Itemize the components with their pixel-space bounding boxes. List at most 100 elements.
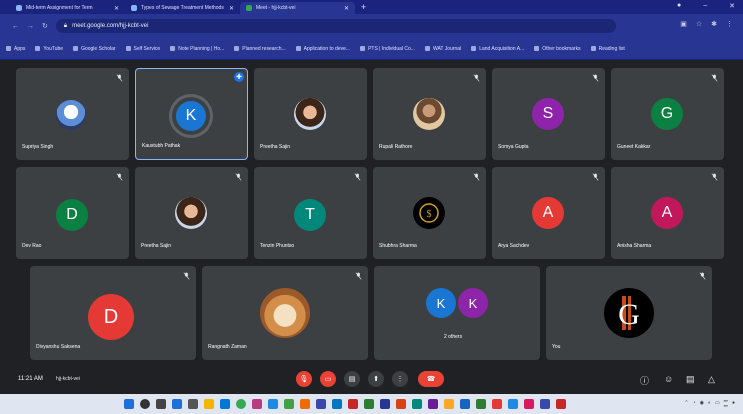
mic-off-icon — [473, 74, 480, 82]
camera-icon[interactable]: ▣ — [680, 20, 687, 28]
bookmark-item[interactable]: Apps — [6, 46, 25, 52]
app-icon[interactable] — [268, 399, 278, 409]
bookmark-item[interactable]: YouTube — [35, 46, 63, 52]
present-button[interactable]: ⬆ — [368, 371, 384, 387]
tab-title: Types of Sewage Treatment Methods — [141, 5, 224, 11]
reload-icon[interactable]: ↻ — [42, 22, 48, 30]
app-icon[interactable] — [444, 399, 454, 409]
new-tab-button[interactable]: + — [361, 2, 366, 12]
more-options-button[interactable]: ⋮ — [392, 371, 408, 387]
omnibox[interactable]: 🔒︎ meet.google.com/hjj-kcbt-vei — [55, 19, 616, 33]
info-icon[interactable]: ⓘ — [640, 374, 649, 387]
app-icon[interactable] — [284, 399, 294, 409]
network-icon[interactable]: ◔ — [693, 400, 696, 406]
widgets-icon[interactable] — [172, 399, 182, 409]
app-icon[interactable] — [396, 399, 406, 409]
wifi-icon[interactable]: ◉ — [700, 400, 704, 406]
people-icon[interactable]: ☺ — [664, 374, 673, 384]
pin-icon[interactable]: ✚ — [234, 72, 244, 82]
browser-tab[interactable]: Mid-term Assignment for Term ✕ — [10, 2, 125, 14]
captions-button[interactable]: ▤ — [344, 371, 360, 387]
app-icon[interactable] — [508, 399, 518, 409]
app-icon[interactable] — [428, 399, 438, 409]
bookmark-item[interactable]: PTS | Individual Co... — [360, 46, 415, 52]
chat-icon[interactable]: ▤ — [686, 374, 695, 385]
app-icon[interactable] — [300, 399, 310, 409]
participant-tile[interactable]: S Somya Gupta — [492, 68, 605, 160]
mic-toggle-button[interactable]: 🎙︎ — [296, 371, 312, 387]
participant-tile[interactable]: K Kaustubh Pathak ✚ — [135, 68, 248, 160]
chat-app-icon[interactable] — [188, 399, 198, 409]
bookmark-item[interactable]: Note Planning | Ho... — [170, 46, 224, 52]
search-icon[interactable] — [140, 399, 150, 409]
task-view-icon[interactable] — [156, 399, 166, 409]
puzzle-icon[interactable]: ✱ — [711, 20, 717, 28]
app-icon[interactable] — [412, 399, 422, 409]
bookmark-item[interactable]: Google Scholar — [73, 46, 115, 52]
participant-tile[interactable]: A Arya Sachdev — [492, 167, 605, 259]
end-call-button[interactable]: ☎ — [418, 371, 444, 387]
bookmark-item[interactable]: Land Acquisition A... — [471, 46, 524, 52]
tab-close-icon[interactable]: ✕ — [114, 5, 119, 12]
participant-tile[interactable]: Supriya Singh — [16, 68, 129, 160]
bookmark-item[interactable]: Reading list — [591, 46, 625, 52]
participant-tile[interactable]: A Anisha Sharma — [611, 167, 724, 259]
bookmark-item[interactable]: Planned research... — [234, 46, 285, 52]
participant-name: Supriya Singh — [22, 144, 54, 150]
participant-tile-group[interactable]: K K 2 others — [374, 266, 540, 360]
app-icon[interactable] — [364, 399, 374, 409]
tab-close-icon[interactable]: ✕ — [229, 5, 234, 12]
participant-tile[interactable]: Preetha Sajin — [254, 68, 367, 160]
mic-off-icon — [354, 173, 361, 181]
app-icon[interactable] — [524, 399, 534, 409]
star-icon[interactable]: ☆ — [696, 20, 702, 28]
participant-tile[interactable]: D Divyanshu Saksena — [30, 266, 196, 360]
app-icon[interactable] — [316, 399, 326, 409]
forward-icon[interactable]: → — [27, 23, 34, 30]
address-bar-row: ← → ↻ 🔒︎ meet.google.com/hjj-kcbt-vei ▣ … — [0, 14, 743, 38]
camera-toggle-button[interactable]: ▭ — [320, 371, 336, 387]
minimize-icon[interactable]: – — [703, 2, 707, 10]
profile-icon[interactable]: ● — [677, 2, 681, 10]
app-icon[interactable] — [332, 399, 342, 409]
edge-icon[interactable] — [220, 399, 230, 409]
notification-icon[interactable]: ● — [732, 400, 735, 406]
tab-close-icon[interactable]: ✕ — [344, 5, 349, 12]
app-icon[interactable] — [492, 399, 502, 409]
participant-tile-self[interactable]: G You — [546, 266, 712, 360]
bookmark-item[interactable]: Application to deve... — [296, 46, 350, 52]
participant-tile[interactable]: $ Shubhra Sharma — [373, 167, 486, 259]
participant-tile[interactable]: D Dev Rao — [16, 167, 129, 259]
participant-tile[interactable]: Rupali Rathore — [373, 68, 486, 160]
app-icon[interactable] — [380, 399, 390, 409]
participant-tile[interactable]: G Guneet Kakkar — [611, 68, 724, 160]
windows-start-icon[interactable] — [124, 399, 134, 409]
close-window-icon[interactable]: ✕ — [729, 2, 735, 10]
browser-tab[interactable]: Types of Sewage Treatment Methods ✕ — [125, 2, 240, 14]
bookmark-item[interactable]: Self Service — [126, 46, 161, 52]
bookmark-item[interactable]: Other bookmarks — [534, 46, 580, 52]
avatar-initial: T — [294, 199, 326, 231]
participant-name: Kaustubh Pathak — [142, 143, 181, 149]
participant-tile[interactable]: Preetha Sajin — [135, 167, 248, 259]
menu-icon[interactable]: ⋮ — [726, 20, 733, 28]
app-icon[interactable] — [540, 399, 550, 409]
app-icon[interactable] — [556, 399, 566, 409]
app-icon[interactable] — [348, 399, 358, 409]
chevron-up-icon[interactable]: ⌃ — [684, 400, 688, 406]
battery-icon[interactable]: ▭ — [715, 400, 720, 406]
app-icon[interactable] — [460, 399, 470, 409]
app-icon[interactable] — [476, 399, 486, 409]
clock[interactable]: ▪▪▪ ▪▪▪ — [724, 398, 728, 408]
file-explorer-icon[interactable] — [204, 399, 214, 409]
bookmark-item[interactable]: WAT Journal — [425, 46, 461, 52]
participant-tile[interactable]: Rangnath Zaman — [202, 266, 368, 360]
browser-tab-active[interactable]: Meet - hjj-kcbt-vei ✕ — [240, 2, 355, 14]
volume-icon[interactable]: ◐ — [708, 400, 711, 406]
meeting-code: hjj-kcbt-vei — [56, 376, 80, 382]
chrome-icon[interactable] — [236, 399, 246, 409]
activities-icon[interactable]: △ — [708, 374, 715, 385]
app-icon[interactable] — [252, 399, 262, 409]
participant-tile[interactable]: T Tenzin Phuntso — [254, 167, 367, 259]
back-icon[interactable]: ← — [12, 23, 19, 30]
